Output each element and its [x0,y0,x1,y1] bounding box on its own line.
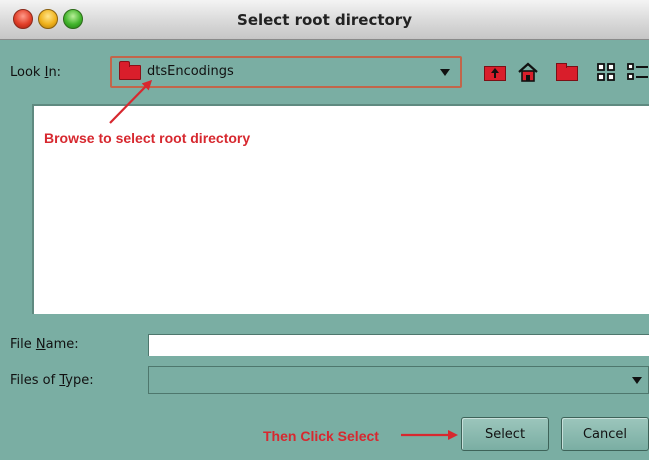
cancel-button[interactable]: Cancel [561,417,649,451]
files-of-type-dropdown[interactable] [148,366,649,394]
file-name-input[interactable] [148,334,649,356]
folder-icon [119,61,141,80]
new-folder-icon[interactable] [556,61,578,83]
look-in-value: dtsEncodings [147,64,234,79]
up-folder-icon[interactable] [484,61,506,83]
window-title: Select root directory [237,11,412,29]
click-annotation: Then Click Select [263,428,379,444]
look-in-dropdown[interactable]: dtsEncodings [110,56,462,88]
home-icon[interactable] [517,61,539,83]
select-button[interactable]: Select [461,417,549,451]
browse-annotation: Browse to select root directory [44,130,251,146]
details-view-icon[interactable] [626,61,648,83]
dropdown-arrow-icon [632,377,642,384]
file-name-label: File Name: [10,337,79,352]
look-in-label: Look In: [10,65,62,80]
file-chooser-window: Select root directory Look In: dtsEncodi… [0,0,649,460]
dropdown-arrow-icon [440,69,450,76]
files-of-type-label: Files of Type: [10,373,94,388]
list-view-icon[interactable] [596,61,618,83]
title-bar[interactable]: Select root directory [0,0,649,40]
